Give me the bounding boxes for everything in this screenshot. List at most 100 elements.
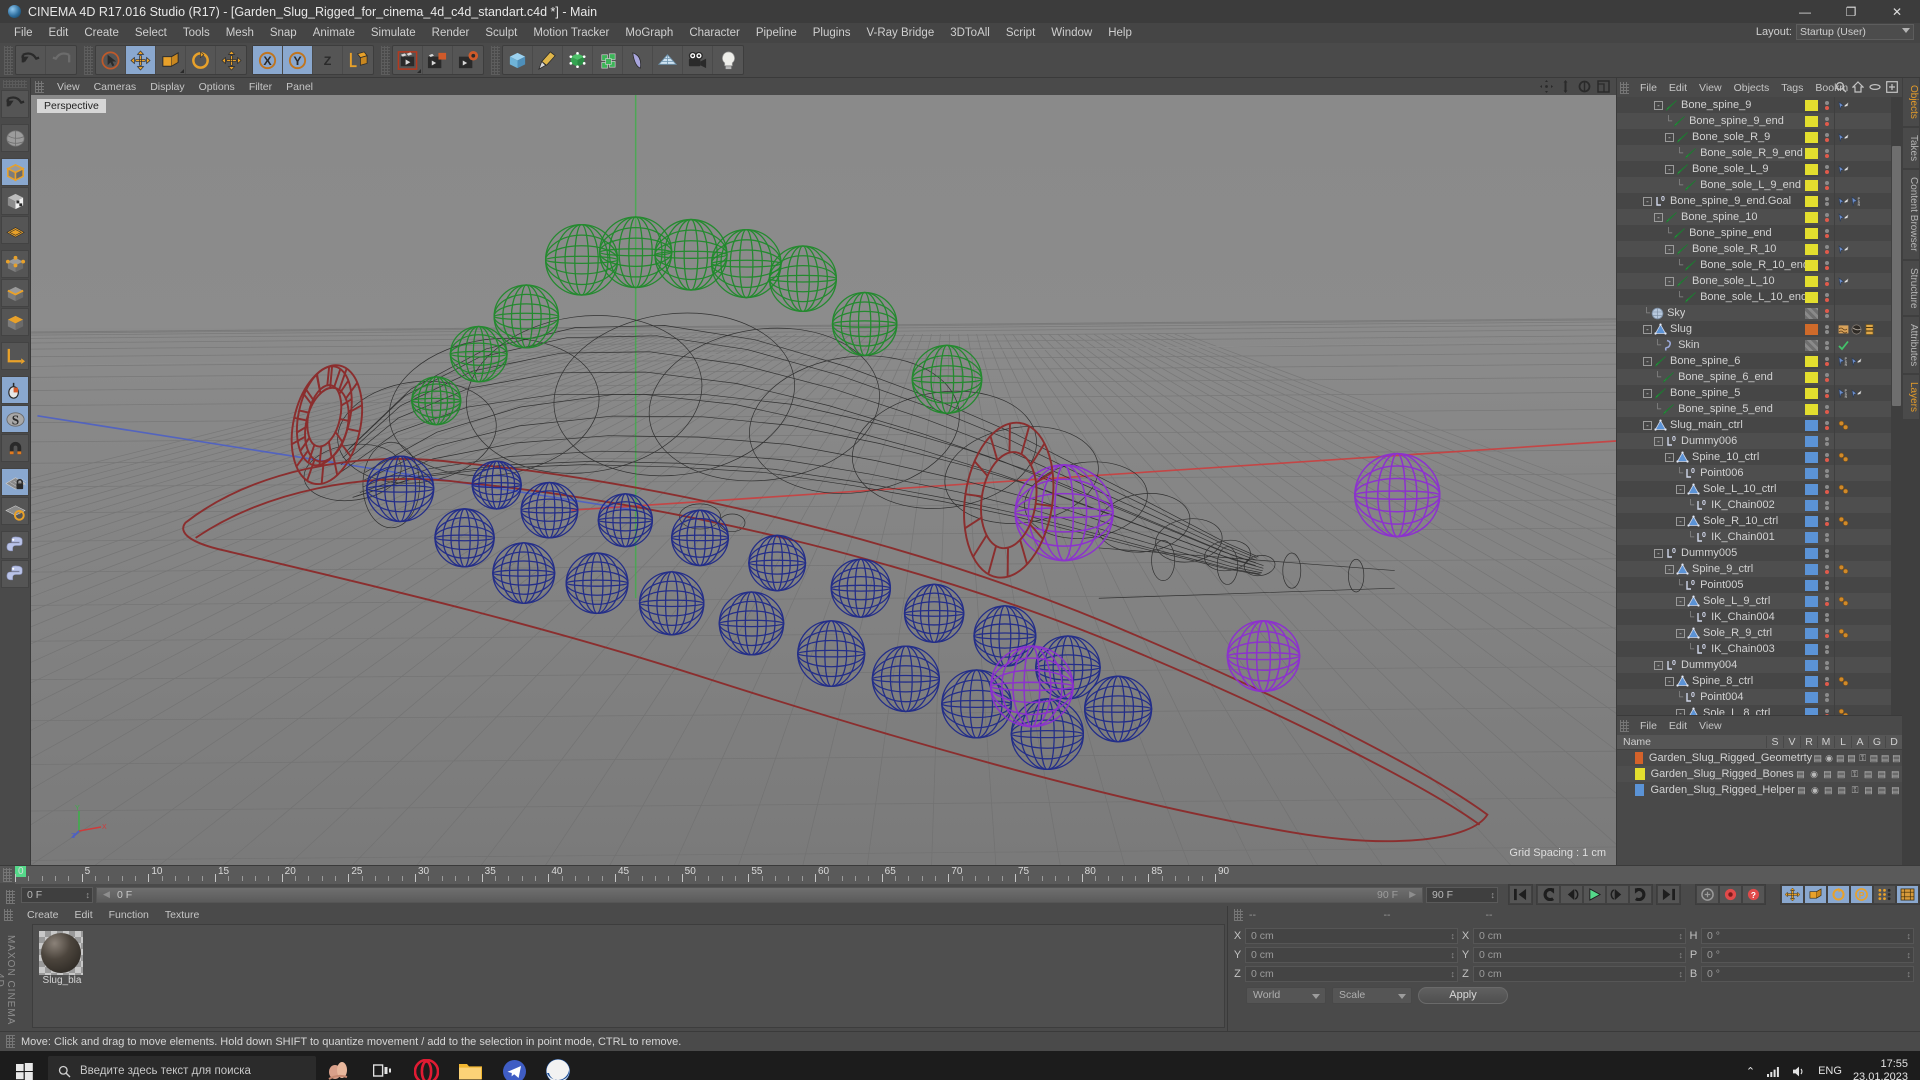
psr-tag-icon[interactable]: PSR	[1851, 195, 1862, 207]
layer-column-name[interactable]: Name	[1617, 736, 1766, 748]
undo-big-button[interactable]	[1, 90, 29, 118]
layer-color-swatch[interactable]	[1805, 515, 1818, 527]
visibility-dots[interactable]	[1822, 404, 1831, 414]
visibility-dot[interactable]	[1824, 313, 1829, 318]
lm-menu-file[interactable]: File	[1634, 720, 1663, 732]
nurbs-button[interactable]	[563, 46, 593, 74]
bone-tag-icon[interactable]	[1838, 100, 1849, 111]
material-menu-create[interactable]: Create	[19, 909, 67, 921]
menu-item-character[interactable]: Character	[681, 23, 748, 43]
world-object-axis-button[interactable]	[343, 46, 373, 74]
cube-primitive-button[interactable]	[503, 46, 533, 74]
layer-color-swatch[interactable]	[1805, 355, 1818, 367]
layer-color-swatch[interactable]	[1805, 371, 1818, 383]
visibility-dots[interactable]	[1822, 484, 1831, 494]
object-row[interactable]: - Slug	[1617, 321, 1902, 337]
layer-color-swatch[interactable]	[1805, 643, 1818, 655]
object-row[interactable]: └ 0 Point004	[1617, 689, 1902, 705]
visibility-dot[interactable]	[1824, 697, 1829, 702]
visibility-dots[interactable]	[1822, 308, 1831, 318]
visibility-dot[interactable]	[1824, 356, 1829, 361]
material-list[interactable]: Slug_bla	[32, 924, 1225, 1028]
slider-left-arrow-icon[interactable]: ◀	[103, 889, 110, 900]
redo-button[interactable]	[46, 46, 76, 74]
object-row[interactable]: - Sole_L_8_ctrl	[1617, 705, 1902, 715]
menu-item-sculpt[interactable]: Sculpt	[477, 23, 525, 43]
layer-color-swatch[interactable]	[1805, 467, 1818, 479]
menu-item-window[interactable]: Window	[1043, 23, 1100, 43]
object-row[interactable]: - Bone_spine_5 P S R	[1617, 385, 1902, 401]
bone-tag-icon[interactable]	[1851, 356, 1862, 367]
render-toggle[interactable]: ▤	[1822, 785, 1835, 796]
menu-item-pipeline[interactable]: Pipeline	[748, 23, 805, 43]
menu-item-3dtoall[interactable]: 3DToAll	[942, 23, 998, 43]
visibility-dot[interactable]	[1824, 532, 1829, 537]
cortana-icon[interactable]	[316, 1051, 360, 1080]
visibility-dots[interactable]	[1822, 596, 1831, 606]
axis-z-button[interactable]: Z	[313, 46, 343, 74]
task-view-icon[interactable]	[360, 1051, 404, 1080]
rotation-b-field[interactable]: 0 °	[1701, 965, 1914, 982]
key-rotation-button[interactable]	[1827, 885, 1850, 904]
viewport-grip[interactable]	[35, 80, 44, 93]
visibility-dot[interactable]	[1824, 713, 1829, 715]
visibility-dot[interactable]	[1824, 452, 1829, 457]
object-row[interactable]: └ 0 IK_Chain002	[1617, 497, 1902, 513]
visibility-dots[interactable]	[1822, 676, 1831, 686]
volume-icon[interactable]	[1792, 1065, 1807, 1078]
visibility-dot[interactable]	[1824, 185, 1829, 190]
layer-row[interactable]: Garden_Slug_Rigged_Bones ▤ ◉ ▤ ▤ ⚿ ▤ ▤ ▤	[1617, 766, 1902, 782]
object-manager-grip[interactable]	[1620, 81, 1629, 94]
visibility-dots[interactable]	[1822, 100, 1831, 110]
layer-color-swatch[interactable]	[1805, 675, 1818, 687]
visibility-dots[interactable]	[1822, 660, 1831, 670]
om-menu-view[interactable]: View	[1693, 82, 1728, 94]
ellipse-icon[interactable]	[1869, 81, 1881, 93]
expand-collapse-toggle[interactable]: -	[1643, 420, 1652, 430]
layer-color-swatch[interactable]	[1805, 707, 1818, 715]
visibility-dot[interactable]	[1824, 468, 1829, 473]
visibility-dot[interactable]	[1824, 196, 1829, 201]
visibility-dot[interactable]	[1824, 484, 1829, 489]
xpresso-tag-icon[interactable]	[1838, 564, 1849, 575]
om-menu-edit[interactable]: Edit	[1663, 82, 1693, 94]
layer-color-swatch[interactable]	[1805, 227, 1818, 239]
visibility-dot[interactable]	[1824, 377, 1829, 382]
layer-color-swatch[interactable]	[1805, 403, 1818, 415]
menu-item-script[interactable]: Script	[998, 23, 1043, 43]
network-icon[interactable]	[1766, 1065, 1781, 1078]
visibility-dots[interactable]	[1822, 340, 1831, 350]
layer-column-l[interactable]: L	[1834, 736, 1851, 748]
toolbar-grip[interactable]	[4, 45, 13, 75]
lock-toggle[interactable]: ⚿	[1848, 785, 1861, 796]
layer-color-swatch[interactable]	[1805, 339, 1818, 351]
bend-deformer-button[interactable]	[623, 46, 653, 74]
xpresso-tag-icon[interactable]	[1838, 516, 1849, 527]
object-row[interactable]: - Bone_spine_9	[1617, 97, 1902, 113]
key-position-button[interactable]	[1781, 885, 1804, 904]
visibility-dot[interactable]	[1824, 132, 1829, 137]
visibility-dot[interactable]	[1824, 276, 1829, 281]
menu-item-v-ray-bridge[interactable]: V-Ray Bridge	[858, 23, 942, 43]
texture-axis-button[interactable]	[1, 124, 29, 152]
render-picture-viewer-button[interactable]	[423, 46, 453, 74]
visibility-dot[interactable]	[1824, 345, 1829, 350]
visible-toggle[interactable]: ◉	[1807, 769, 1821, 780]
menu-item-simulate[interactable]: Simulate	[363, 23, 424, 43]
visibility-dot[interactable]	[1824, 212, 1829, 217]
visibility-dot[interactable]	[1824, 633, 1829, 638]
object-row[interactable]: └ Bone_spine_5_end	[1617, 401, 1902, 417]
strip-tag-icon[interactable]	[1864, 323, 1875, 335]
material-manager-grip[interactable]	[4, 908, 13, 921]
layer-color-swatch[interactable]	[1805, 387, 1818, 399]
texture-tag-icon[interactable]	[1838, 324, 1849, 335]
menu-item-create[interactable]: Create	[76, 23, 127, 43]
visibility-dots[interactable]	[1822, 516, 1831, 526]
move-button[interactable]	[126, 46, 156, 74]
snap-lock-button[interactable]	[1, 468, 29, 496]
material-thumbnail[interactable]	[39, 931, 83, 975]
visibility-dot[interactable]	[1824, 372, 1829, 377]
check-tag-icon[interactable]	[1838, 340, 1849, 351]
position-z-field[interactable]: 0 cm	[1245, 965, 1458, 982]
manager-toggle[interactable]: ▤	[1834, 769, 1848, 780]
